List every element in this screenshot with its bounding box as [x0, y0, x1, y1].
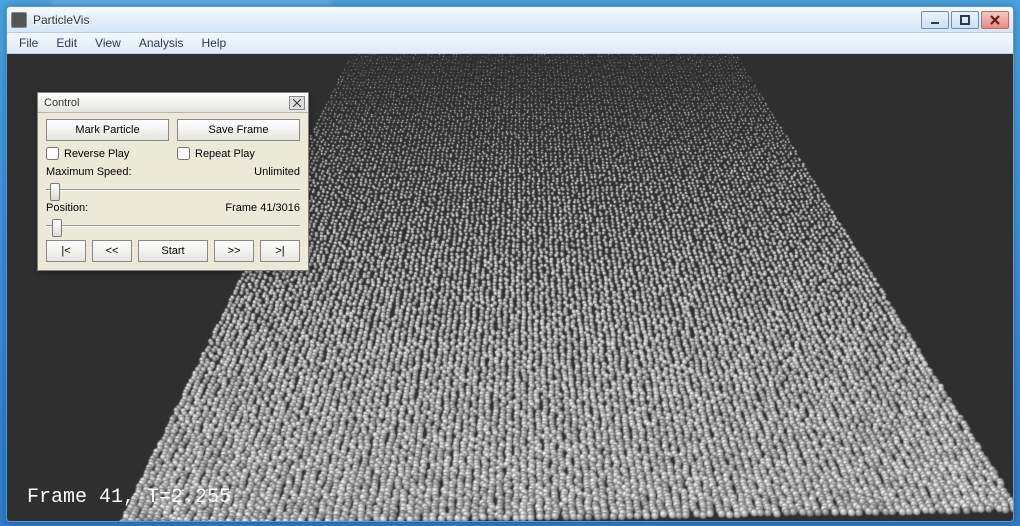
position-label: Position: [46, 202, 88, 214]
close-button[interactable] [981, 11, 1009, 29]
save-frame-button[interactable]: Save Frame [177, 119, 300, 141]
menubar: File Edit View Analysis Help [7, 33, 1013, 54]
maximize-icon [960, 15, 970, 25]
position-value: Frame 41/3016 [225, 202, 300, 214]
max-speed-slider[interactable] [46, 180, 300, 198]
control-dialog: Control Mark Particle Save Frame Reverse… [37, 92, 309, 271]
menu-analysis[interactable]: Analysis [131, 34, 192, 52]
last-frame-button[interactable]: >| [260, 240, 300, 262]
position-slider[interactable] [46, 216, 300, 234]
first-frame-button[interactable]: |< [46, 240, 86, 262]
menu-file[interactable]: File [11, 34, 46, 52]
app-title: ParticleVis [33, 13, 921, 27]
menu-view[interactable]: View [87, 34, 129, 52]
titlebar: ParticleVis [7, 7, 1013, 33]
close-icon [990, 15, 1000, 25]
frame-overlay-label: Frame 41, T=2.255 [27, 486, 231, 509]
repeat-play-checkbox[interactable]: Repeat Play [177, 147, 300, 160]
prev-frame-button[interactable]: << [92, 240, 132, 262]
menu-help[interactable]: Help [194, 34, 235, 52]
reverse-play-label: Reverse Play [64, 148, 129, 160]
control-titlebar[interactable]: Control [38, 93, 308, 113]
start-button[interactable]: Start [138, 240, 208, 262]
reverse-play-input[interactable] [46, 147, 59, 160]
control-title-text: Control [44, 97, 289, 109]
max-speed-value: Unlimited [254, 166, 300, 178]
repeat-play-input[interactable] [177, 147, 190, 160]
app-window: ParticleVis File Edit View Analysis Help… [6, 6, 1014, 522]
minimize-icon [930, 15, 940, 25]
mark-particle-button[interactable]: Mark Particle [46, 119, 169, 141]
reverse-play-checkbox[interactable]: Reverse Play [46, 147, 169, 160]
minimize-button[interactable] [921, 11, 949, 29]
max-speed-label: Maximum Speed: [46, 166, 132, 178]
next-frame-button[interactable]: >> [214, 240, 254, 262]
repeat-play-label: Repeat Play [195, 148, 255, 160]
maximize-button[interactable] [951, 11, 979, 29]
control-close-button[interactable] [289, 96, 305, 110]
slider-thumb-icon[interactable] [52, 219, 62, 237]
close-icon [293, 99, 301, 107]
menu-edit[interactable]: Edit [48, 34, 85, 52]
slider-thumb-icon[interactable] [50, 183, 60, 201]
app-icon [11, 12, 27, 28]
